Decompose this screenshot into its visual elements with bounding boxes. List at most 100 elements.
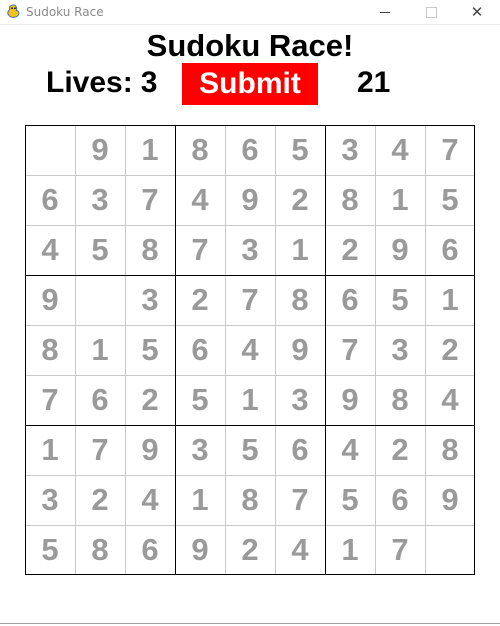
- sudoku-cell[interactable]: 6: [125, 525, 175, 575]
- sudoku-cell[interactable]: 6: [175, 325, 225, 375]
- cell-divider-horizontal: [25, 525, 475, 526]
- sudoku-cell[interactable]: 4: [175, 175, 225, 225]
- empty-cell[interactable]: [75, 275, 125, 325]
- close-button[interactable]: ✕: [454, 0, 500, 24]
- box-divider-vertical: [175, 125, 176, 575]
- sudoku-cell[interactable]: 6: [425, 225, 475, 275]
- sudoku-cell[interactable]: 8: [25, 325, 75, 375]
- sudoku-cell[interactable]: 3: [175, 425, 225, 475]
- sudoku-cell[interactable]: 3: [325, 125, 375, 175]
- sudoku-cell[interactable]: 5: [125, 325, 175, 375]
- sudoku-cell[interactable]: 3: [225, 225, 275, 275]
- sudoku-cell[interactable]: 9: [275, 325, 325, 375]
- sudoku-cell[interactable]: 2: [75, 475, 125, 525]
- sudoku-cell[interactable]: 6: [225, 125, 275, 175]
- cell-divider-vertical: [75, 125, 76, 575]
- sudoku-cell[interactable]: 6: [275, 425, 325, 475]
- sudoku-cell[interactable]: 9: [75, 125, 125, 175]
- sudoku-cell[interactable]: 5: [25, 525, 75, 575]
- box-divider-vertical: [325, 125, 326, 575]
- sudoku-cell[interactable]: 1: [175, 475, 225, 525]
- sudoku-cell[interactable]: 6: [325, 275, 375, 325]
- sudoku-cell[interactable]: 7: [125, 175, 175, 225]
- empty-cell[interactable]: [425, 525, 475, 575]
- sudoku-cell[interactable]: 7: [175, 225, 225, 275]
- sudoku-cell[interactable]: 4: [275, 525, 325, 575]
- pygame-snake-icon: [7, 4, 20, 18]
- sudoku-cell[interactable]: 5: [275, 125, 325, 175]
- sudoku-cell[interactable]: 9: [25, 275, 75, 325]
- sudoku-cell[interactable]: 3: [375, 325, 425, 375]
- maximize-button[interactable]: [408, 0, 454, 24]
- sudoku-cell[interactable]: 9: [425, 475, 475, 525]
- box-divider-horizontal: [25, 125, 475, 126]
- sudoku-cell[interactable]: 2: [325, 225, 375, 275]
- sudoku-cell[interactable]: 1: [225, 375, 275, 425]
- sudoku-cell[interactable]: 9: [125, 425, 175, 475]
- sudoku-cell[interactable]: 8: [425, 425, 475, 475]
- sudoku-cell[interactable]: 3: [25, 475, 75, 525]
- sudoku-cell[interactable]: 8: [375, 375, 425, 425]
- sudoku-cell[interactable]: 5: [75, 225, 125, 275]
- sudoku-cell[interactable]: 1: [325, 525, 375, 575]
- sudoku-cell[interactable]: 6: [375, 475, 425, 525]
- cell-divider-vertical: [275, 125, 276, 575]
- box-divider-horizontal: [25, 275, 475, 276]
- sudoku-cell[interactable]: 7: [225, 275, 275, 325]
- sudoku-cell[interactable]: 9: [175, 525, 225, 575]
- sudoku-cell[interactable]: 3: [125, 275, 175, 325]
- sudoku-cell[interactable]: 1: [375, 175, 425, 225]
- sudoku-cell[interactable]: 1: [425, 275, 475, 325]
- sudoku-cell[interactable]: 7: [375, 525, 425, 575]
- sudoku-cell[interactable]: 8: [275, 275, 325, 325]
- sudoku-cell[interactable]: 9: [225, 175, 275, 225]
- sudoku-cell[interactable]: 7: [75, 425, 125, 475]
- sudoku-cell[interactable]: 7: [25, 375, 75, 425]
- sudoku-cell[interactable]: 2: [125, 375, 175, 425]
- minimize-button[interactable]: [362, 0, 408, 24]
- sudoku-cell[interactable]: 4: [325, 425, 375, 475]
- cell-divider-vertical: [225, 125, 226, 575]
- sudoku-cell[interactable]: 1: [275, 225, 325, 275]
- sudoku-cell[interactable]: 2: [425, 325, 475, 375]
- sudoku-cell[interactable]: 8: [325, 175, 375, 225]
- sudoku-cell[interactable]: 8: [175, 125, 225, 175]
- sudoku-cell[interactable]: 5: [225, 425, 275, 475]
- sudoku-cell[interactable]: 5: [325, 475, 375, 525]
- submit-button[interactable]: Submit: [182, 63, 318, 105]
- sudoku-cell[interactable]: 9: [325, 375, 375, 425]
- sudoku-cell[interactable]: 5: [425, 175, 475, 225]
- window-title: Sudoku Race: [26, 5, 104, 19]
- sudoku-cell[interactable]: 5: [375, 275, 425, 325]
- sudoku-cell[interactable]: 2: [275, 175, 325, 225]
- sudoku-cell[interactable]: 9: [375, 225, 425, 275]
- sudoku-cell[interactable]: 3: [275, 375, 325, 425]
- game-title: Sudoku Race!: [146, 28, 354, 63]
- sudoku-cell[interactable]: 7: [425, 125, 475, 175]
- sudoku-cell[interactable]: 8: [75, 525, 125, 575]
- sudoku-cell[interactable]: 2: [225, 525, 275, 575]
- sudoku-cell[interactable]: 3: [75, 175, 125, 225]
- sudoku-cell[interactable]: 1: [25, 425, 75, 475]
- sudoku-cell[interactable]: 8: [225, 475, 275, 525]
- sudoku-cell[interactable]: 8: [125, 225, 175, 275]
- sudoku-cell[interactable]: 4: [25, 225, 75, 275]
- sudoku-cell[interactable]: 4: [225, 325, 275, 375]
- sudoku-cell[interactable]: 2: [175, 275, 225, 325]
- cell-divider-horizontal: [25, 375, 475, 376]
- cell-divider-horizontal: [25, 325, 475, 326]
- sudoku-cell[interactable]: 5: [175, 375, 225, 425]
- box-divider-vertical: [25, 125, 26, 575]
- sudoku-cell[interactable]: 7: [275, 475, 325, 525]
- sudoku-cell[interactable]: 2: [375, 425, 425, 475]
- sudoku-cell[interactable]: 4: [425, 375, 475, 425]
- sudoku-cell[interactable]: 6: [25, 175, 75, 225]
- sudoku-cell[interactable]: 1: [75, 325, 125, 375]
- sudoku-cell[interactable]: 6: [75, 375, 125, 425]
- sudoku-cell[interactable]: 4: [375, 125, 425, 175]
- sudoku-cell[interactable]: 1: [125, 125, 175, 175]
- sudoku-cell[interactable]: 4: [125, 475, 175, 525]
- sudoku-cell[interactable]: 7: [325, 325, 375, 375]
- empty-cell[interactable]: [25, 125, 75, 175]
- box-divider-vertical: [474, 125, 475, 575]
